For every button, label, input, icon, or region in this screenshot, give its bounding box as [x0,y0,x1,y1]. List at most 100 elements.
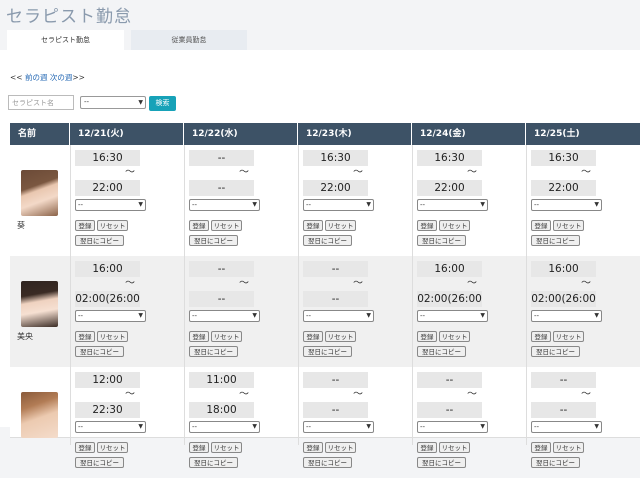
copy-next-day-button[interactable]: 翌日にコピー [531,235,580,246]
reset-button[interactable]: リセット [325,331,356,342]
shift-type-select[interactable]: -- ▼ [417,310,488,322]
copy-next-day-button[interactable]: 翌日にコピー [417,235,466,246]
copy-next-day-button[interactable]: 翌日にコピー [303,457,352,468]
register-button[interactable]: 登録 [189,331,209,342]
shift-type-select[interactable]: -- ▼ [189,310,260,322]
end-time-field[interactable]: 22:00 [417,180,482,196]
copy-next-day-button[interactable]: 翌日にコピー [75,235,124,246]
shift-type-select[interactable]: -- ▼ [303,310,374,322]
start-time-field[interactable]: 16:00 [417,261,482,277]
start-time-field[interactable]: 16:00 [75,261,140,277]
register-button[interactable]: 登録 [417,442,437,453]
register-button[interactable]: 登録 [189,442,209,453]
shift-type-select[interactable]: -- ▼ [531,310,602,322]
register-button[interactable]: 登録 [531,220,551,231]
reset-button[interactable]: リセット [553,331,584,342]
start-time-field[interactable]: 16:30 [417,150,482,166]
filter-select[interactable]: -- ▼ [80,96,146,109]
reset-button[interactable]: リセット [211,442,242,453]
end-time-field[interactable]: 02:00(26:00 [75,291,140,307]
end-time-field[interactable]: -- [417,402,482,418]
shift-type-select[interactable]: -- ▼ [75,199,146,211]
copy-next-day-button[interactable]: 翌日にコピー [417,457,466,468]
register-button[interactable]: 登録 [417,220,437,231]
start-time-field[interactable]: -- [303,372,368,388]
copy-next-day-button[interactable]: 翌日にコピー [75,457,124,468]
end-time-field[interactable]: -- [303,402,368,418]
reset-button[interactable]: リセット [325,220,356,231]
end-time-field[interactable]: 22:30 [75,402,140,418]
prev-week-link[interactable]: 前の週 [25,73,48,82]
end-time-field[interactable]: -- [303,291,368,307]
start-time-field[interactable]: -- [531,372,596,388]
start-time-field[interactable]: 16:30 [75,150,140,166]
register-button[interactable]: 登録 [75,331,95,342]
register-button[interactable]: 登録 [303,442,323,453]
copy-next-day-button[interactable]: 翌日にコピー [531,346,580,357]
start-time-field[interactable]: 12:00 [75,372,140,388]
start-time-field[interactable]: 16:30 [531,150,596,166]
register-button[interactable]: 登録 [75,442,95,453]
reset-button[interactable]: リセット [211,331,242,342]
tab-therapist-attendance[interactable]: セラピスト勤怠 [7,30,124,50]
start-time-field[interactable]: -- [189,150,254,166]
copy-next-day-button[interactable]: 翌日にコピー [189,235,238,246]
register-button[interactable]: 登録 [417,331,437,342]
start-time-field[interactable]: 16:00 [531,261,596,277]
reset-button[interactable]: リセット [553,442,584,453]
register-button[interactable]: 登録 [189,220,209,231]
shift-type-select[interactable]: -- ▼ [303,199,374,211]
register-button[interactable]: 登録 [531,442,551,453]
shift-type-select[interactable]: -- ▼ [189,199,260,211]
end-time-field[interactable]: 22:00 [75,180,140,196]
reset-button[interactable]: リセット [439,442,470,453]
reset-button[interactable]: リセット [325,442,356,453]
start-time-field[interactable]: -- [303,261,368,277]
shift-type-select[interactable]: -- ▼ [75,421,146,433]
shift-type-select[interactable]: -- ▼ [303,421,374,433]
start-time-field[interactable]: -- [417,372,482,388]
reset-button[interactable]: リセット [211,220,242,231]
register-button[interactable]: 登録 [303,220,323,231]
copy-next-day-button[interactable]: 翌日にコピー [189,346,238,357]
therapist-photo[interactable] [21,170,58,216]
therapist-photo[interactable] [21,392,58,438]
shift-type-select[interactable]: -- ▼ [75,310,146,322]
copy-next-day-button[interactable]: 翌日にコピー [303,235,352,246]
copy-next-day-button[interactable]: 翌日にコピー [189,457,238,468]
next-week-link[interactable]: 次の週 [50,73,73,82]
therapist-photo[interactable] [21,281,58,327]
end-time-field[interactable]: 02:00(26:00 [417,291,482,307]
reset-button[interactable]: リセット [553,220,584,231]
end-time-field[interactable]: -- [189,291,254,307]
start-time-field[interactable]: 11:00 [189,372,254,388]
end-time-field[interactable]: 02:00(26:00 [531,291,596,307]
reset-button[interactable]: リセット [439,220,470,231]
reset-button[interactable]: リセット [439,331,470,342]
shift-type-select[interactable]: -- ▼ [189,421,260,433]
end-time-field[interactable]: 22:00 [303,180,368,196]
shift-type-select[interactable]: -- ▼ [417,421,488,433]
tab-staff-attendance[interactable]: 従業員勤怠 [131,30,247,50]
end-time-field[interactable]: 22:00 [531,180,596,196]
shift-type-select[interactable]: -- ▼ [417,199,488,211]
register-button[interactable]: 登録 [75,220,95,231]
end-time-field[interactable]: -- [531,402,596,418]
end-time-field[interactable]: 18:00 [189,402,254,418]
copy-next-day-button[interactable]: 翌日にコピー [75,346,124,357]
copy-next-day-button[interactable]: 翌日にコピー [303,346,352,357]
start-time-field[interactable]: 16:30 [303,150,368,166]
start-time-field[interactable]: -- [189,261,254,277]
shift-type-select[interactable]: -- ▼ [531,421,602,433]
therapist-name-input[interactable] [8,95,74,110]
register-button[interactable]: 登録 [531,331,551,342]
shift-type-select[interactable]: -- ▼ [531,199,602,211]
register-button[interactable]: 登録 [303,331,323,342]
copy-next-day-button[interactable]: 翌日にコピー [417,346,466,357]
search-button[interactable]: 検索 [149,96,176,111]
reset-button[interactable]: リセット [97,331,128,342]
end-time-field[interactable]: -- [189,180,254,196]
reset-button[interactable]: リセット [97,220,128,231]
reset-button[interactable]: リセット [97,442,128,453]
copy-next-day-button[interactable]: 翌日にコピー [531,457,580,468]
